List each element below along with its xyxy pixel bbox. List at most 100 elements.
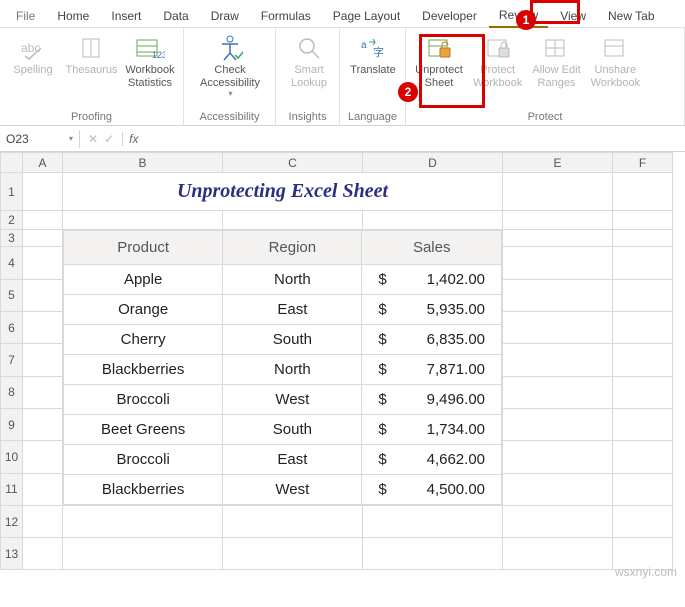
col-sales: Sales <box>362 231 502 265</box>
data-table: Product Region Sales AppleNorth$1,402.00… <box>63 230 502 505</box>
fx-label[interactable]: fx <box>123 132 144 146</box>
cell-sales[interactable]: $1,402.00 <box>362 265 502 295</box>
cell-sales[interactable]: $4,662.00 <box>362 445 502 475</box>
row-header[interactable]: 1 <box>1 173 23 211</box>
thesaurus-icon <box>76 34 108 62</box>
cell-region[interactable]: South <box>223 415 362 445</box>
workbook-statistics-button[interactable]: 123 WorkbookStatistics <box>123 32 177 91</box>
cell-product[interactable]: Broccoli <box>64 445 223 475</box>
row-header[interactable]: 2 <box>1 211 23 230</box>
cell-region[interactable]: West <box>223 475 362 505</box>
accessibility-icon <box>214 34 246 62</box>
translate-button[interactable]: a字 Translate <box>346 32 400 79</box>
svg-text:a: a <box>361 40 367 51</box>
row-header[interactable]: 5 <box>1 279 23 311</box>
tab-formulas[interactable]: Formulas <box>251 5 321 27</box>
cell-region[interactable]: East <box>223 295 362 325</box>
group-accessibility: CheckAccessibility ▾ Accessibility <box>184 28 276 125</box>
badge-two: 2 <box>398 82 418 102</box>
unprotect-sheet-icon <box>423 34 455 62</box>
table-row[interactable]: BroccoliEast$4,662.00 <box>64 445 502 475</box>
row-header[interactable]: 10 <box>1 441 23 473</box>
check-accessibility-button[interactable]: CheckAccessibility ▾ <box>190 32 270 100</box>
tab-home[interactable]: Home <box>47 5 99 27</box>
cell-product[interactable]: Cherry <box>64 325 223 355</box>
svg-text:字: 字 <box>373 45 384 59</box>
table-row[interactable]: CherrySouth$6,835.00 <box>64 325 502 355</box>
cell-sales[interactable]: $1,734.00 <box>362 415 502 445</box>
smart-lookup-button[interactable]: SmartLookup <box>282 32 336 91</box>
tab-developer[interactable]: Developer <box>412 5 487 27</box>
tab-view[interactable]: View <box>550 5 596 27</box>
cell-product[interactable]: Beet Greens <box>64 415 223 445</box>
cell-region[interactable]: West <box>223 385 362 415</box>
cell-region[interactable]: North <box>223 265 362 295</box>
tab-new-tab[interactable]: New Tab <box>598 5 664 27</box>
cell-sales[interactable]: $5,935.00 <box>362 295 502 325</box>
tab-file[interactable]: File <box>6 5 45 27</box>
cell-sales[interactable]: $7,871.00 <box>362 355 502 385</box>
svg-text:abc: abc <box>21 41 40 55</box>
worksheet[interactable]: A B C D E F 1 Unprotecting Excel Sheet 2… <box>0 152 685 570</box>
row-header[interactable]: 12 <box>1 506 23 538</box>
tab-page-layout[interactable]: Page Layout <box>323 5 410 27</box>
cell-product[interactable]: Apple <box>64 265 223 295</box>
table-row[interactable]: BlackberriesWest$4,500.00 <box>64 475 502 505</box>
cell-product[interactable]: Orange <box>64 295 223 325</box>
allow-edit-icon <box>540 34 572 62</box>
cell-region[interactable]: East <box>223 445 362 475</box>
svg-text:123: 123 <box>152 50 165 60</box>
chevron-down-icon: ▾ <box>201 89 260 98</box>
col-header[interactable]: D <box>363 153 503 173</box>
tab-draw[interactable]: Draw <box>201 5 249 27</box>
group-language: a字 Translate Language <box>340 28 406 125</box>
group-label-protect: Protect <box>412 109 678 123</box>
select-all-corner[interactable] <box>1 153 23 173</box>
row-header[interactable]: 8 <box>1 376 23 408</box>
cell-sales[interactable]: $4,500.00 <box>362 475 502 505</box>
cell-sales[interactable]: $9,496.00 <box>362 385 502 415</box>
spelling-button[interactable]: abc Spelling <box>6 32 60 79</box>
tab-insert[interactable]: Insert <box>101 5 151 27</box>
row-header[interactable]: 7 <box>1 344 23 376</box>
table-row[interactable]: BlackberriesNorth$7,871.00 <box>64 355 502 385</box>
chevron-down-icon[interactable]: ▾ <box>69 134 73 143</box>
cell-product[interactable]: Broccoli <box>64 385 223 415</box>
ribbon: abc Spelling Thesaurus 123 WorkbookStati… <box>0 28 685 126</box>
col-header[interactable]: C <box>223 153 363 173</box>
protect-workbook-button[interactable]: ProtectWorkbook <box>470 32 525 91</box>
col-header[interactable]: B <box>63 153 223 173</box>
row-header[interactable]: 11 <box>1 473 23 505</box>
col-header[interactable]: A <box>23 153 63 173</box>
row-header[interactable]: 4 <box>1 247 23 279</box>
cell-region[interactable]: North <box>223 355 362 385</box>
col-header[interactable]: E <box>503 153 613 173</box>
row-header[interactable]: 13 <box>1 538 23 570</box>
table-row[interactable]: BroccoliWest$9,496.00 <box>64 385 502 415</box>
unshare-workbook-button[interactable]: UnshareWorkbook <box>588 32 643 91</box>
thesaurus-button[interactable]: Thesaurus <box>64 32 119 79</box>
cell-sales[interactable]: $6,835.00 <box>362 325 502 355</box>
cell-product[interactable]: Blackberries <box>64 355 223 385</box>
name-box[interactable]: O23 ▾ <box>0 130 80 148</box>
row-header[interactable]: 3 <box>1 230 23 247</box>
formula-bar: O23 ▾ ✕ ✓ fx <box>0 126 685 152</box>
cell-product[interactable]: Blackberries <box>64 475 223 505</box>
cell-region[interactable]: South <box>223 325 362 355</box>
cancel-icon: ✕ <box>88 132 98 146</box>
col-header[interactable]: F <box>613 153 673 173</box>
row-header[interactable]: 6 <box>1 311 23 343</box>
table-row[interactable]: OrangeEast$5,935.00 <box>64 295 502 325</box>
search-icon <box>293 34 325 62</box>
allow-edit-ranges-button[interactable]: Allow EditRanges <box>529 32 583 91</box>
table-row[interactable]: Beet GreensSouth$1,734.00 <box>64 415 502 445</box>
table-row[interactable]: AppleNorth$1,402.00 <box>64 265 502 295</box>
unshare-workbook-icon <box>599 34 631 62</box>
tab-data[interactable]: Data <box>153 5 198 27</box>
unprotect-sheet-button[interactable]: UnprotectSheet <box>412 32 466 91</box>
spelling-icon: abc <box>17 34 49 62</box>
group-insights: SmartLookup Insights <box>276 28 340 125</box>
row-header[interactable]: 9 <box>1 408 23 440</box>
col-product: Product <box>64 231 223 265</box>
group-proofing: abc Spelling Thesaurus 123 WorkbookStati… <box>0 28 184 125</box>
